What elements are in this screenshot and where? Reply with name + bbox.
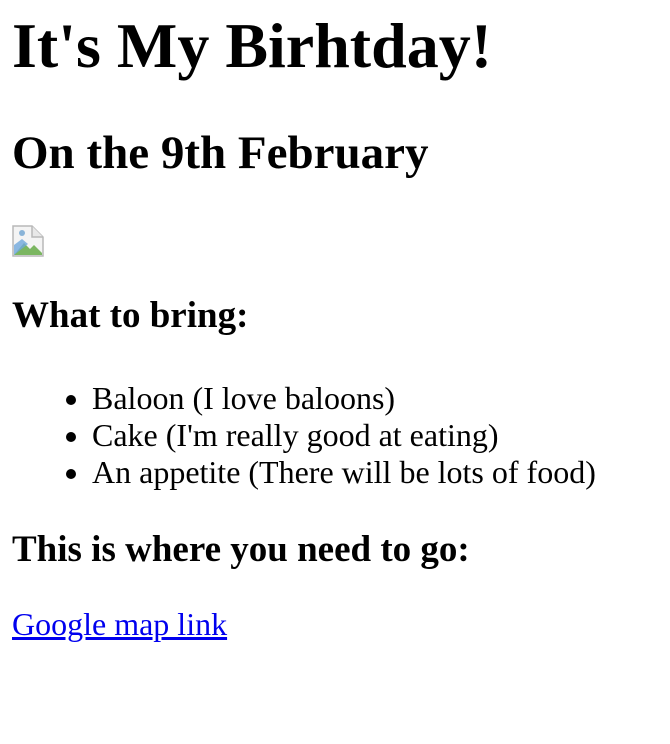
google-map-link[interactable]: Google map link: [12, 608, 227, 640]
page-title: It's My Birhtday!: [12, 10, 492, 81]
list-item: Cake (I'm really good at eating): [92, 417, 658, 454]
where-heading: This is where you need to go:: [12, 529, 470, 570]
page-content: It's My Birhtday! On the 9th February Wh…: [0, 10, 670, 641]
list-item: Baloon (I love baloons): [92, 380, 658, 417]
bring-heading: What to bring:: [12, 295, 249, 336]
list-item: An appetite (There will be lots of food): [92, 454, 658, 491]
page-subtitle: On the 9th February: [12, 127, 429, 179]
bring-list: Baloon (I love baloons) Cake (I'm really…: [12, 380, 658, 491]
broken-image-icon: [12, 225, 44, 257]
